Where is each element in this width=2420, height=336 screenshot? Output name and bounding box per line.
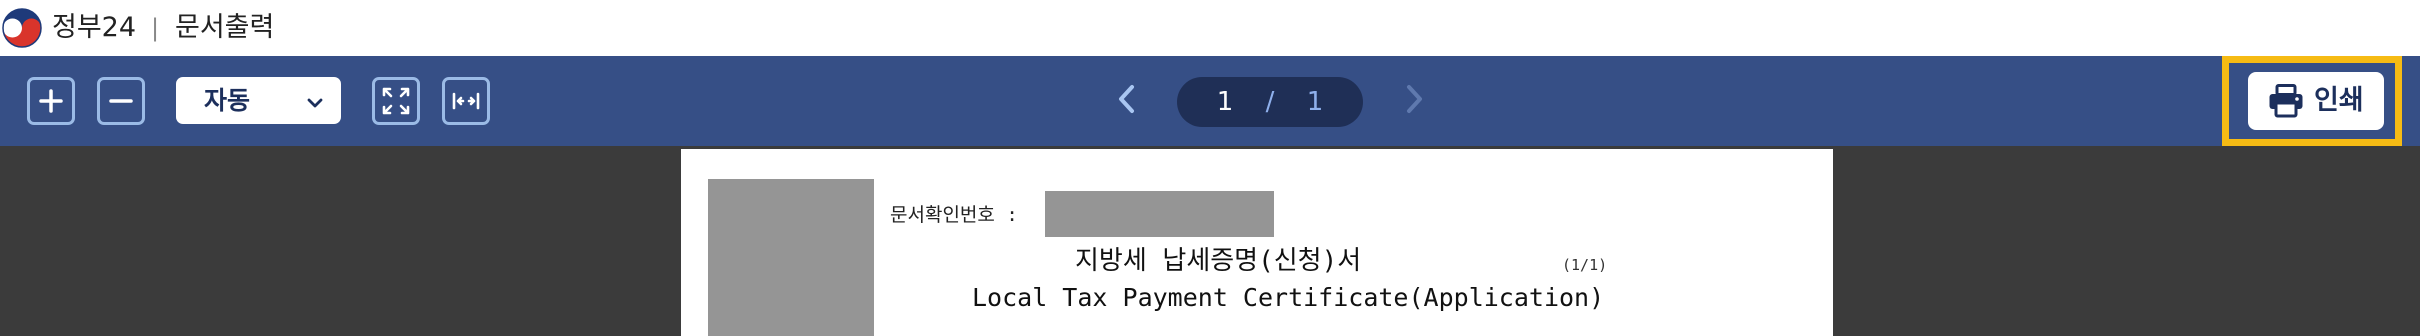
app-header: 정부24 | 문서출력 — [0, 0, 2420, 56]
chevron-left-icon — [1116, 83, 1138, 119]
zoom-select-value: 자동 — [204, 86, 251, 115]
redacted-photo — [708, 179, 874, 336]
current-page-input[interactable]: 1 — [1205, 77, 1245, 127]
taegeuk-logo-icon — [2, 8, 42, 48]
doc-number-label: 문서확인번호 : — [890, 204, 1018, 226]
minus-square-icon — [108, 88, 134, 114]
document-title-english: Local Tax Payment Certificate(Applicatio… — [972, 283, 1605, 312]
zoom-in-button[interactable] — [27, 77, 75, 125]
document-page-indicator: (1/1) — [1562, 256, 1608, 274]
next-page-button[interactable] — [1394, 81, 1434, 121]
viewer-toolbar: 자동 1 / 1 인쇄 — [0, 56, 2420, 146]
brand-name: 정부24 — [52, 12, 137, 43]
document-page: 문서확인번호 : 지방세 납세증명(신청)서 (1/1) Local Tax P… — [681, 149, 1833, 336]
document-title-korean: 지방세 납세증명(신청)서 — [1075, 246, 1362, 276]
total-pages: 1 — [1306, 87, 1324, 117]
fit-width-button[interactable] — [442, 77, 490, 125]
fit-page-icon — [381, 86, 411, 116]
document-viewer[interactable]: 문서확인번호 : 지방세 납세증명(신청)서 (1/1) Local Tax P… — [0, 146, 2420, 336]
previous-page-button[interactable] — [1107, 81, 1147, 121]
print-label: 인쇄 — [2314, 85, 2364, 116]
page-separator: / — [1265, 87, 1275, 117]
page-title: 문서출력 — [175, 12, 275, 43]
print-button[interactable]: 인쇄 — [2248, 72, 2384, 130]
chevron-right-icon — [1403, 83, 1425, 119]
zoom-select[interactable]: 자동 — [176, 77, 341, 124]
header-separator: | — [151, 14, 160, 42]
zoom-out-button[interactable] — [97, 77, 145, 125]
printer-icon — [2268, 84, 2304, 122]
redacted-doc-number — [1045, 191, 1274, 237]
fit-page-button[interactable] — [372, 77, 420, 125]
fit-width-icon — [451, 86, 481, 116]
chevron-down-icon — [307, 94, 323, 113]
plus-square-icon — [38, 88, 64, 114]
page-indicator: 1 / 1 — [1177, 77, 1363, 127]
